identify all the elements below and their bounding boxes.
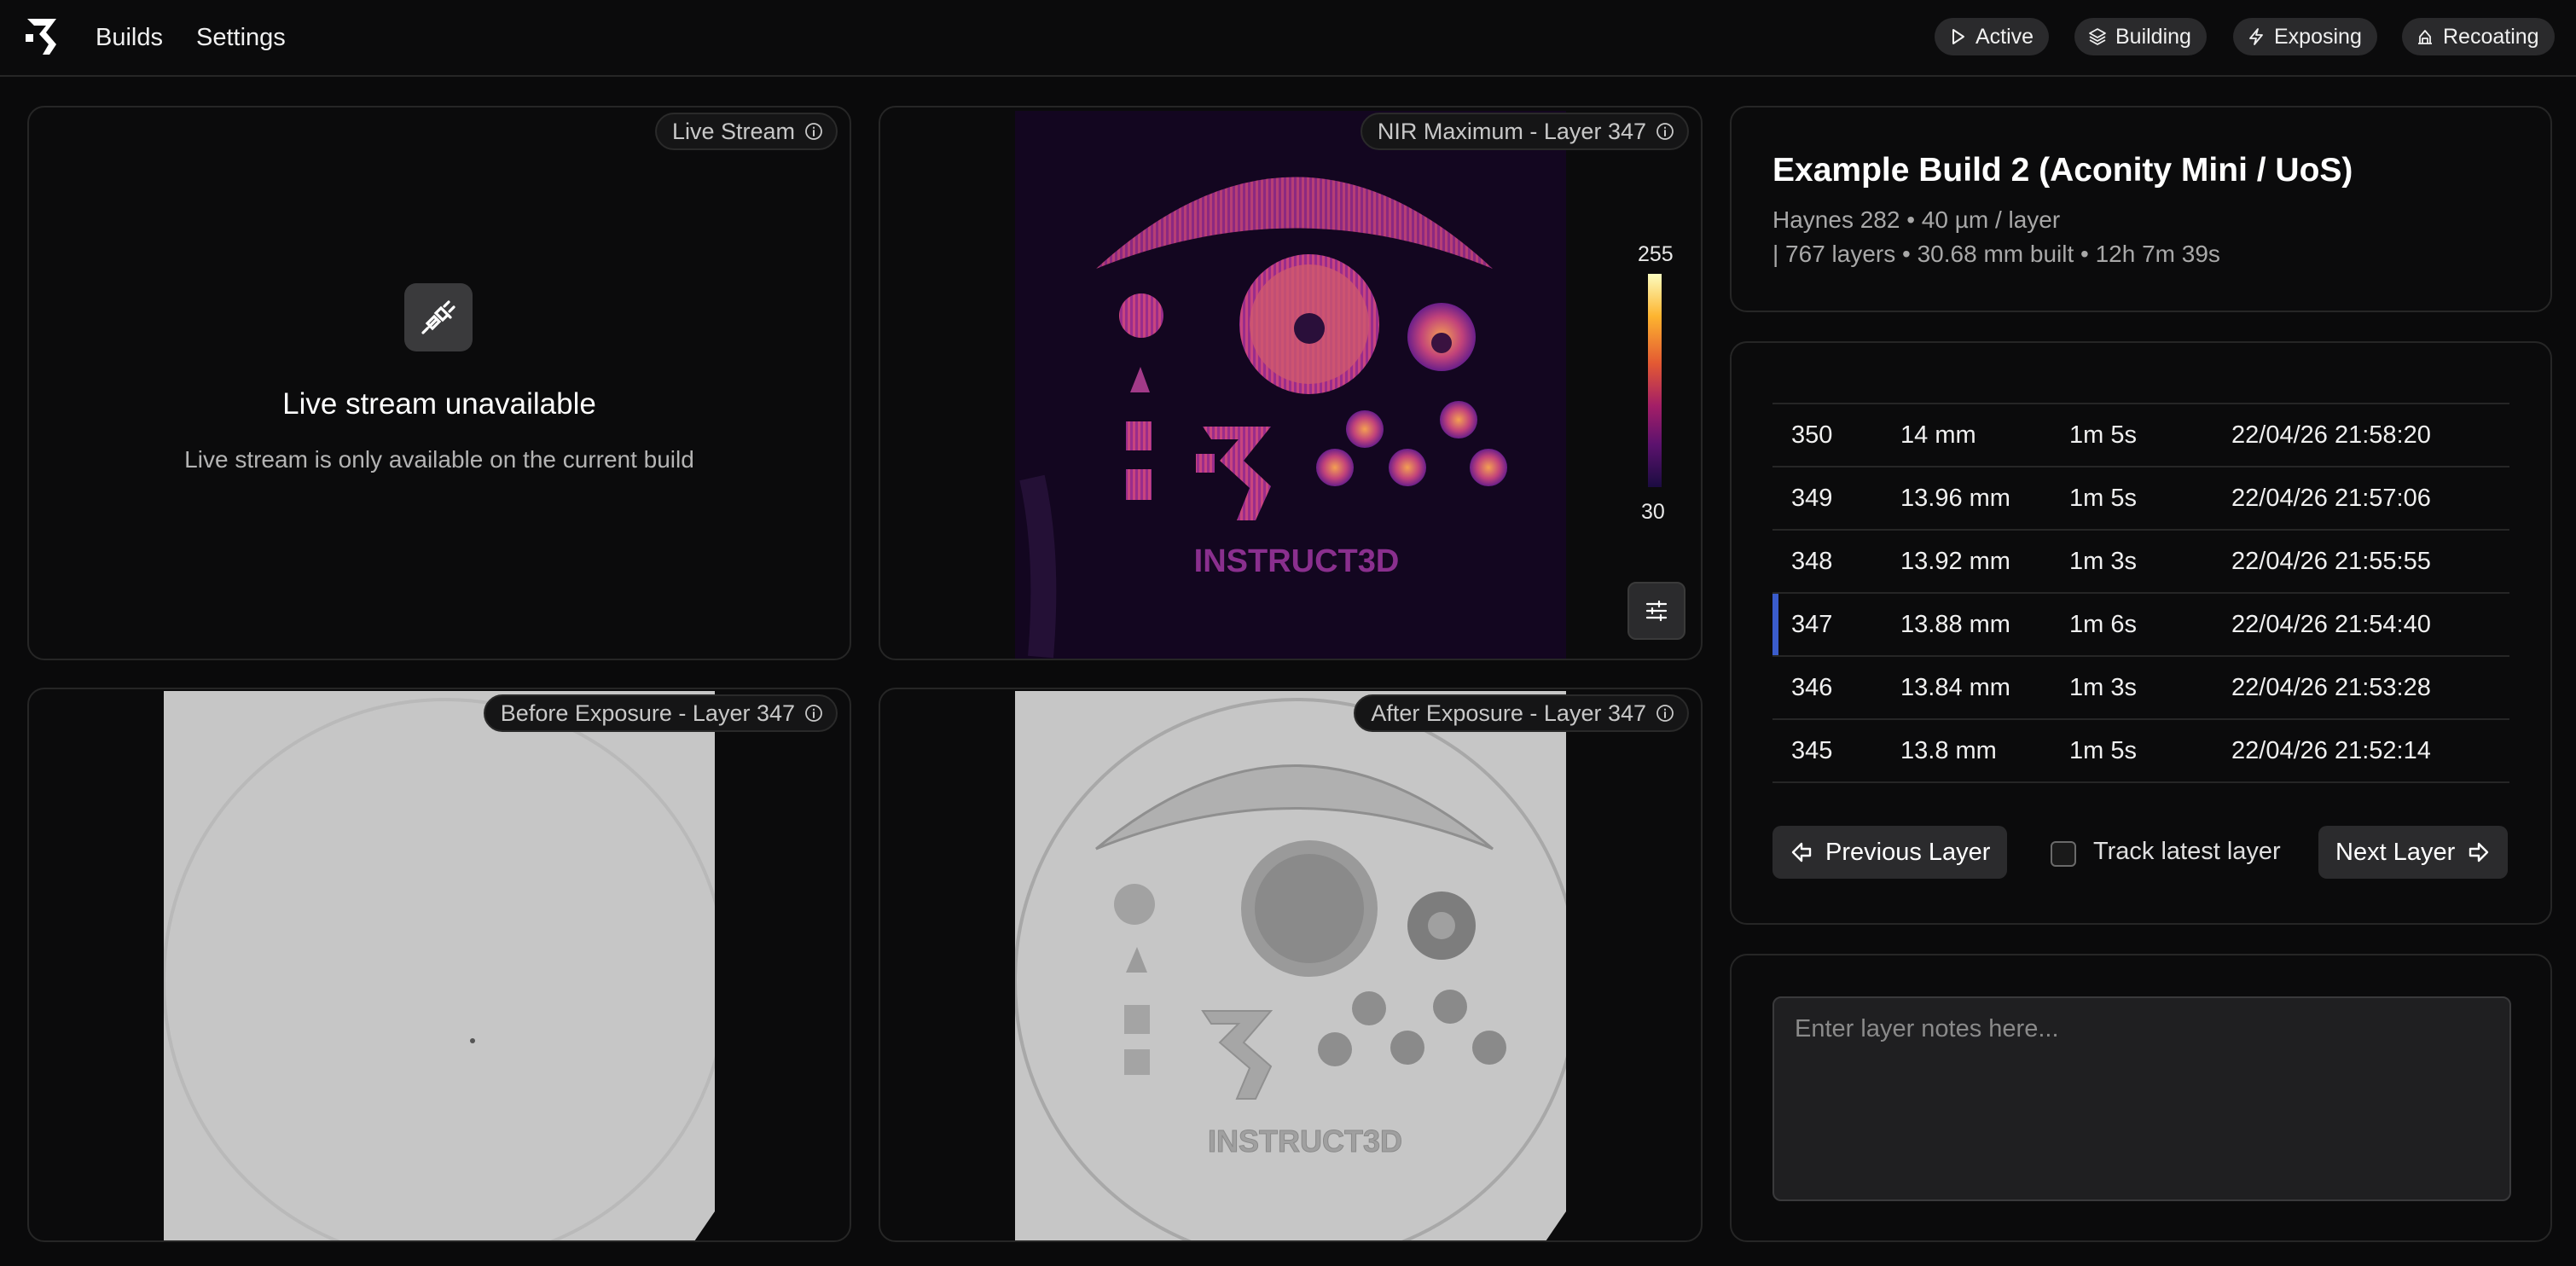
layer-timestamp-cell: 22/04/26 21:57:06 [2231,485,2431,512]
nav-builds-link[interactable]: Builds [96,20,163,55]
build-info-panel: Example Build 2 (Aconity Mini / UoS) Hay… [1730,106,2552,312]
build-material-line: Haynes 282 • 40 µm / layer [1772,206,2061,233]
before-exposure-tag-label: Before Exposure - Layer 347 [500,700,795,726]
arrow-right-icon [2469,842,2489,862]
layer-timestamp-cell: 22/04/26 21:53:28 [2231,674,2431,701]
svg-text:INSTRUCT3D: INSTRUCT3D [1208,1124,1402,1159]
after-exposure-tag-label: After Exposure - Layer 347 [1371,700,1646,726]
info-icon[interactable] [1655,703,1675,723]
before-exposure-panel: Before Exposure - Layer 347 [27,688,851,1242]
info-icon[interactable] [804,703,824,723]
before-exposure-graphic [164,691,715,1240]
nir-tag: NIR Maximum - Layer 347 [1360,113,1689,150]
layer-timestamp-cell: 22/04/26 21:54:40 [2231,611,2431,638]
track-latest-label: Track latest layer [2093,838,2281,865]
nir-heatmap-graphic: INSTRUCT3D [1015,111,1566,659]
status-exposing-pill[interactable]: Exposing [2233,18,2377,55]
previous-layer-button[interactable]: Previous Layer [1772,826,2008,879]
live-stream-subtitle: Live stream is only available on the cur… [184,446,694,473]
after-exposure-graphic: INSTRUCT3D [1015,691,1566,1240]
lightning-icon [2249,28,2263,45]
svg-text:INSTRUCT3D: INSTRUCT3D [1194,543,1400,579]
status-exposing-label: Exposing [2274,24,2362,49]
status-recoating-label: Recoating [2443,24,2539,49]
layer-table-panel: 350 14 mm 1m 5s 22/04/26 21:58:20 349 13… [1730,341,2552,925]
next-layer-button[interactable]: Next Layer [2318,826,2509,879]
layer-timestamp-cell: 22/04/26 21:55:55 [2231,548,2431,575]
table-row[interactable]: 346 13.84 mm 1m 3s 22/04/26 21:53:28 [1772,655,2509,718]
table-row[interactable]: 345 13.8 mm 1m 5s 22/04/26 21:52:14 [1772,718,2509,783]
track-latest-checkbox[interactable] [2051,841,2076,867]
layer-height-cell: 13.88 mm [1900,611,2010,638]
layer-number-cell: 348 [1791,548,1833,575]
after-exposure-panel: After Exposure - Layer 347 INSTRUCT3D [879,688,1703,1242]
arrow-left-icon [1791,842,1812,862]
live-stream-tag: Live Stream [654,113,838,150]
build-stats-line: | 767 layers • 30.68 mm built • 12h 7m 3… [1772,241,2220,267]
layer-height-cell: 13.84 mm [1900,674,2010,701]
layer-duration-cell: 1m 5s [2069,737,2137,764]
next-layer-label: Next Layer [2335,838,2456,866]
layer-height-cell: 13.8 mm [1900,737,1997,764]
after-exposure-image[interactable]: INSTRUCT3D [1015,691,1566,1240]
info-icon[interactable] [804,121,824,142]
info-icon[interactable] [1655,121,1675,142]
unplug-icon [421,300,455,334]
table-row[interactable]: 349 13.96 mm 1m 5s 22/04/26 21:57:06 [1772,466,2509,529]
layer-height-cell: 14 mm [1900,421,1976,449]
nir-heatmap-image[interactable]: INSTRUCT3D [1015,111,1566,659]
layer-number-cell: 350 [1791,421,1833,449]
status-building-pill[interactable]: Building [2074,18,2207,55]
live-stream-tag-label: Live Stream [671,118,795,144]
top-navbar: Builds Settings Active Building Exposing… [0,0,2576,77]
status-building-label: Building [2115,24,2191,49]
nir-maximum-panel: NIR Maximum - Layer 347 INSTRUCT3D 255 3… [879,106,1703,660]
nav-settings-link[interactable]: Settings [196,20,286,55]
status-active-pill[interactable]: Active [1935,18,2050,55]
logo-icon[interactable] [22,15,61,58]
recoater-icon [2418,30,2432,44]
adjust-colormap-button[interactable] [1627,582,1685,640]
live-stream-title: Live stream unavailable [282,387,596,421]
layer-duration-cell: 1m 3s [2069,674,2137,701]
layer-timestamp-cell: 22/04/26 21:58:20 [2231,421,2431,449]
layer-height-cell: 13.92 mm [1900,548,2010,575]
layer-duration-cell: 1m 5s [2069,485,2137,512]
live-stream-panel: Live Stream Live stream unavailable Live… [27,106,851,660]
layer-notes-textarea[interactable] [1772,996,2511,1201]
build-title: Example Build 2 (Aconity Mini / UoS) [1772,152,2353,189]
table-row[interactable]: 350 14 mm 1m 5s 22/04/26 21:58:20 [1772,403,2509,466]
unplug-icon-box [404,283,473,351]
layer-duration-cell: 1m 5s [2069,421,2137,449]
status-recoating-pill[interactable]: Recoating [2402,18,2555,55]
status-active-label: Active [1976,24,2034,49]
layer-number-cell: 345 [1791,737,1833,764]
colorbar [1648,274,1662,487]
before-exposure-image[interactable] [164,691,715,1240]
table-row-selected[interactable]: 347 13.88 mm 1m 6s 22/04/26 21:54:40 [1772,592,2509,655]
after-exposure-tag: After Exposure - Layer 347 [1354,694,1689,732]
layer-height-cell: 13.96 mm [1900,485,2010,512]
layer-notes-panel [1730,954,2552,1242]
table-row[interactable]: 348 13.92 mm 1m 3s 22/04/26 21:55:55 [1772,529,2509,592]
nir-tag-label: NIR Maximum - Layer 347 [1377,118,1646,144]
layers-icon [2089,28,2106,45]
before-exposure-tag: Before Exposure - Layer 347 [483,694,838,732]
layer-duration-cell: 1m 6s [2069,611,2137,638]
layer-number-cell: 347 [1791,611,1833,638]
layer-duration-cell: 1m 3s [2069,548,2137,575]
layer-timestamp-cell: 22/04/26 21:52:14 [2231,737,2431,764]
colorbar-min-label: 30 [1641,500,1665,524]
colorbar-max-label: 255 [1638,242,1674,266]
layer-number-cell: 346 [1791,674,1833,701]
layer-number-cell: 349 [1791,485,1833,512]
play-icon [1952,29,1964,44]
sliders-icon [1645,600,1668,622]
previous-layer-label: Previous Layer [1825,838,1991,866]
